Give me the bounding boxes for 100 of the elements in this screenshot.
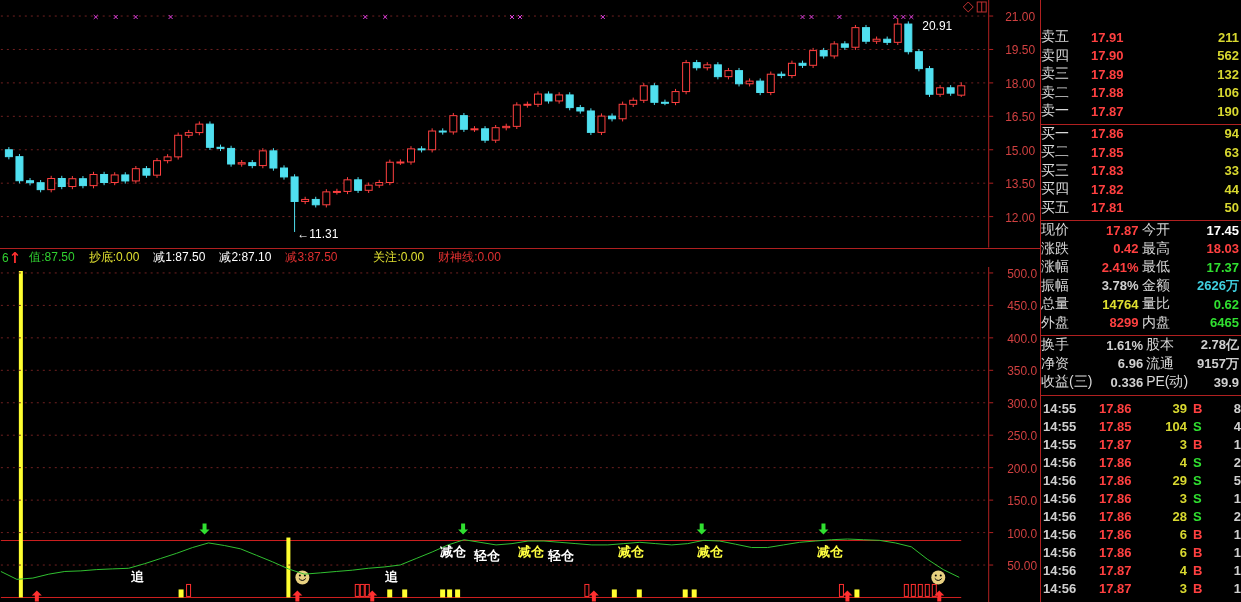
axis-label: 50.00 — [1007, 558, 1038, 573]
smiley-icon — [295, 570, 310, 585]
trade-count: 4 — [1232, 419, 1241, 434]
candlestick — [491, 124, 500, 144]
up-arrow-icon — [842, 590, 853, 601]
trade-time: 14:56 — [1043, 563, 1078, 578]
low-price-label: ←11.31 — [297, 226, 339, 241]
candlestick — [555, 91, 564, 105]
candlestick — [280, 164, 288, 181]
quote-label: 内盘 — [1141, 313, 1170, 332]
quote-label: 外盘 — [1041, 313, 1069, 332]
candlestick — [131, 165, 140, 185]
fundamental-label: 收益(三) — [1041, 373, 1093, 392]
trade-price: 17.86 — [1099, 527, 1133, 542]
trade-time: 14:56 — [1043, 455, 1078, 470]
up-arrow-icon — [934, 590, 945, 601]
trade-volume: 104 — [1164, 419, 1188, 434]
signal-label: 减仓 — [617, 544, 644, 560]
window-icon — [976, 1, 987, 13]
trade-volume: 39 — [1171, 401, 1188, 416]
candlestick — [407, 145, 415, 166]
up-arrow-icon — [292, 590, 303, 601]
down-arrow-icon — [818, 523, 829, 535]
ask-price: 17.89 — [1091, 66, 1125, 82]
high-price-label: 20.91 — [922, 18, 953, 33]
fundamental-value: 2.78亿 — [1199, 336, 1239, 355]
trade-side: S — [1193, 509, 1203, 524]
axis-label: 19.50 — [1005, 43, 1036, 58]
quote-value: 0.42 — [1112, 241, 1139, 257]
candlestick — [671, 88, 680, 106]
candlestick — [872, 36, 881, 45]
quote-value: 2.41% — [1100, 259, 1139, 275]
ask-price: 17.90 — [1091, 48, 1125, 64]
bid-label: 买五 — [1041, 198, 1070, 217]
axis-label: 16.50 — [1005, 110, 1036, 125]
ask-volume: 562 — [1216, 48, 1239, 64]
axis-label: 350.0 — [1007, 363, 1038, 378]
ask-price: 17.88 — [1091, 85, 1125, 101]
bid-volume: 33 — [1223, 163, 1239, 179]
axis-label: 13.50 — [1005, 177, 1036, 192]
bid-label: 买一 — [1041, 124, 1070, 143]
bid-label: 买三 — [1041, 161, 1070, 180]
axis-label: 500.0 — [1007, 266, 1038, 281]
candlestick — [523, 101, 532, 109]
legend-item: ↑ — [8, 248, 22, 267]
candlestick — [417, 145, 426, 153]
candlestick — [110, 171, 119, 186]
quote-value: 14764 — [1101, 296, 1139, 312]
fundamental-label: 净资 — [1041, 354, 1070, 373]
trade-count: 1 — [1232, 545, 1241, 560]
candlestick — [481, 125, 490, 144]
trade-count: 8 — [1232, 401, 1241, 416]
axis-label: 21.00 — [1005, 10, 1036, 25]
quote-label: 最低 — [1141, 258, 1170, 277]
candlestick — [89, 171, 98, 189]
candlestick — [735, 67, 743, 87]
candlestick — [766, 71, 775, 96]
axis-label: 15.00 — [1005, 143, 1036, 158]
trade-count: 2 — [1232, 509, 1241, 524]
trade-volume: 3 — [1178, 491, 1188, 506]
candlestick — [449, 112, 458, 136]
candlestick — [290, 173, 299, 233]
candlestick — [396, 158, 405, 166]
quote-value: 0.62 — [1212, 296, 1239, 312]
trade-side: B — [1193, 563, 1204, 578]
legend-item: 关注:0.00 — [373, 249, 425, 267]
trade-count: 1 — [1232, 437, 1241, 452]
trade-count: 5 — [1232, 473, 1241, 488]
up-arrow-icon — [367, 590, 378, 601]
candlestick — [534, 90, 542, 108]
bid-volume: 94 — [1223, 126, 1239, 142]
ask-price: 17.87 — [1091, 103, 1125, 119]
signal-label: 追 — [130, 569, 144, 585]
trade-side: B — [1193, 545, 1204, 560]
trade-price: 17.86 — [1099, 545, 1133, 560]
candlestick — [936, 84, 945, 98]
candlestick — [47, 175, 56, 193]
trade-volume: 6 — [1178, 527, 1188, 542]
candlestick — [269, 147, 278, 172]
trade-side: B — [1193, 527, 1204, 542]
trade-volume: 6 — [1178, 545, 1188, 560]
signal-label: 轻仓 — [474, 548, 501, 564]
trade-volume: 4 — [1178, 563, 1188, 578]
candlestick — [343, 176, 352, 195]
legend-item: 财神线:0.00 — [438, 249, 501, 267]
quote-label: 量比 — [1141, 295, 1170, 314]
fundamental-value: 6.96 — [1116, 356, 1144, 372]
axis-label: 100.0 — [1007, 526, 1038, 541]
trade-price: 17.86 — [1099, 455, 1133, 470]
trade-volume: 4 — [1178, 455, 1188, 470]
trade-count: 2 — [1232, 455, 1241, 470]
bid-volume: 44 — [1223, 181, 1239, 197]
trade-price: 17.86 — [1099, 401, 1133, 416]
bid-volume: 50 — [1223, 200, 1239, 216]
candlestick — [470, 125, 479, 133]
quote-value: 17.45 — [1205, 222, 1239, 238]
trade-price: 17.87 — [1099, 563, 1133, 578]
candlestick — [544, 90, 553, 105]
ask-label: 卖一 — [1041, 102, 1070, 121]
signal-label: 轻仓 — [547, 548, 574, 564]
